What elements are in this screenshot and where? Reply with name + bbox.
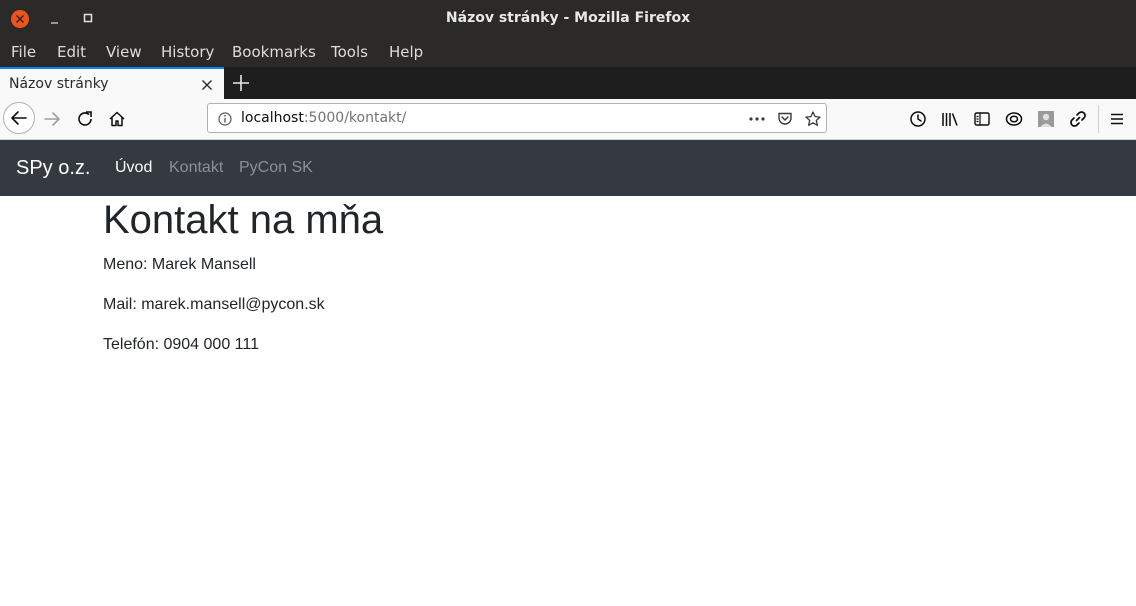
site-info-button[interactable]	[217, 111, 233, 127]
account-icon	[1038, 111, 1054, 127]
pocket-icon	[778, 112, 792, 125]
toolbar-separator	[1098, 105, 1099, 133]
menu-history[interactable]: History	[161, 37, 214, 67]
contact-name: Meno: Marek Mansell	[103, 256, 256, 273]
menu-tools[interactable]: Tools	[331, 37, 368, 67]
title-bar: Názov stránky - Mozilla Firefox	[0, 0, 1136, 37]
reload-button[interactable]	[76, 110, 94, 128]
menu-file[interactable]: File	[11, 37, 36, 67]
page-actions-button[interactable]	[748, 110, 766, 128]
sync-button[interactable]	[1005, 110, 1023, 128]
back-button[interactable]	[3, 102, 35, 134]
hamburger-menu-button[interactable]	[1108, 110, 1126, 128]
url-bar[interactable]: localhost:5000/kontakt/	[207, 103, 827, 133]
link-icon	[1070, 111, 1086, 127]
home-icon	[109, 111, 125, 127]
menu-view[interactable]: View	[106, 37, 142, 67]
library-icon	[942, 113, 958, 126]
nav-link-kontakt[interactable]: Kontakt	[169, 140, 223, 196]
history-button[interactable]	[909, 110, 927, 128]
history-icon	[910, 111, 926, 127]
home-button[interactable]	[108, 110, 126, 128]
tab-title: Názov stránky	[9, 76, 109, 92]
sidebar-icon	[974, 112, 990, 126]
sync-icon	[1005, 112, 1023, 126]
window-title: Názov stránky - Mozilla Firefox	[445, 10, 691, 26]
link-button[interactable]	[1069, 110, 1087, 128]
forward-icon	[44, 112, 60, 126]
sidebar-button[interactable]	[973, 110, 991, 128]
bookmark-star-button[interactable]	[804, 110, 822, 128]
nav-link-uvod[interactable]: Úvod	[115, 140, 152, 196]
close-icon	[202, 80, 212, 90]
reload-icon	[78, 111, 92, 126]
page-actions-icon	[749, 117, 765, 121]
nav-toolbar: localhost:5000/kontakt/	[0, 99, 1136, 140]
forward-button[interactable]	[43, 110, 61, 128]
nav-link-pycon-sk[interactable]: PyCon SK	[239, 140, 313, 196]
tab-strip: Názov stránky	[0, 67, 1136, 99]
pocket-button[interactable]	[776, 110, 794, 128]
contact-mail: Mail: marek.mansell@pycon.sk	[103, 296, 325, 313]
menu-bookmarks[interactable]: Bookmarks	[232, 37, 316, 67]
contact-phone: Telefón: 0904 000 111	[103, 336, 259, 353]
url-path: :5000/kontakt/	[303, 110, 407, 126]
menu-help[interactable]: Help	[389, 37, 423, 67]
back-icon	[11, 111, 27, 125]
library-button[interactable]	[941, 110, 959, 128]
info-icon	[218, 112, 232, 126]
site-brand[interactable]: SPy o.z.	[16, 140, 90, 196]
page-heading: Kontakt na mňa	[103, 198, 384, 242]
plus-icon	[233, 75, 249, 91]
menu-bar: File Edit View History Bookmarks Tools H…	[0, 37, 1136, 67]
tab-active[interactable]: Názov stránky	[0, 67, 224, 99]
account-button[interactable]	[1037, 110, 1055, 128]
hamburger-menu-icon	[1111, 113, 1123, 125]
site-navbar: SPy o.z. Úvod Kontakt PyCon SK	[0, 140, 1136, 196]
url-text[interactable]: localhost:5000/kontakt/	[241, 104, 406, 132]
new-tab-button[interactable]	[230, 72, 252, 94]
tab-close-button[interactable]	[199, 77, 215, 93]
bookmark-star-icon	[805, 111, 821, 126]
url-host: localhost	[241, 110, 304, 126]
menu-edit[interactable]: Edit	[57, 37, 86, 67]
